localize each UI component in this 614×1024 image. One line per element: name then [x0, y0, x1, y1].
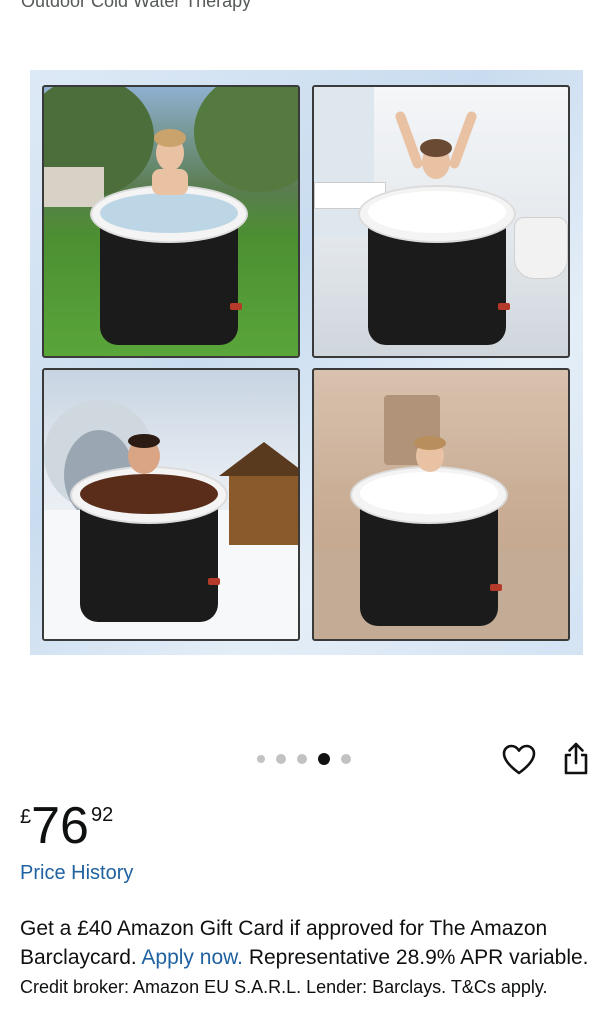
product-image-gallery[interactable]	[30, 70, 583, 655]
image-carousel-dots[interactable]	[257, 752, 351, 766]
price-currency: £	[20, 806, 32, 828]
product-price: £ 76 92	[20, 796, 113, 856]
price-whole: 76	[31, 797, 89, 855]
carousel-dot[interactable]	[276, 754, 286, 764]
heart-outline-icon	[502, 744, 536, 775]
carousel-dot[interactable]	[341, 754, 351, 764]
gallery-tile-bathroom	[312, 85, 570, 358]
gallery-tile-garden	[42, 85, 300, 358]
share-icon	[564, 742, 588, 775]
product-subtitle: Outdoor Cold Water Therapy	[21, 0, 252, 11]
credit-card-offer: Get a £40 Amazon Gift Card if approved f…	[20, 914, 595, 1002]
wishlist-button[interactable]	[502, 744, 536, 776]
offer-fine-print: Credit broker: Amazon EU S.A.R.L. Lender…	[20, 977, 548, 997]
price-fraction: 92	[90, 804, 114, 826]
gallery-tile-snow	[42, 368, 300, 641]
share-button[interactable]	[561, 742, 591, 776]
carousel-dot[interactable]	[297, 754, 307, 764]
product-page: Outdoor Cold Water Therapy £ 76 92 Price…	[0, 0, 614, 1024]
carousel-dot[interactable]	[257, 755, 265, 763]
apply-now-link[interactable]: Apply now.	[141, 946, 243, 969]
gallery-tile-spa-room	[312, 368, 570, 641]
price-history-link[interactable]: Price History	[20, 862, 133, 885]
carousel-dot-active[interactable]	[318, 753, 330, 765]
offer-apr-text: Representative 28.9% APR variable.	[248, 946, 589, 969]
